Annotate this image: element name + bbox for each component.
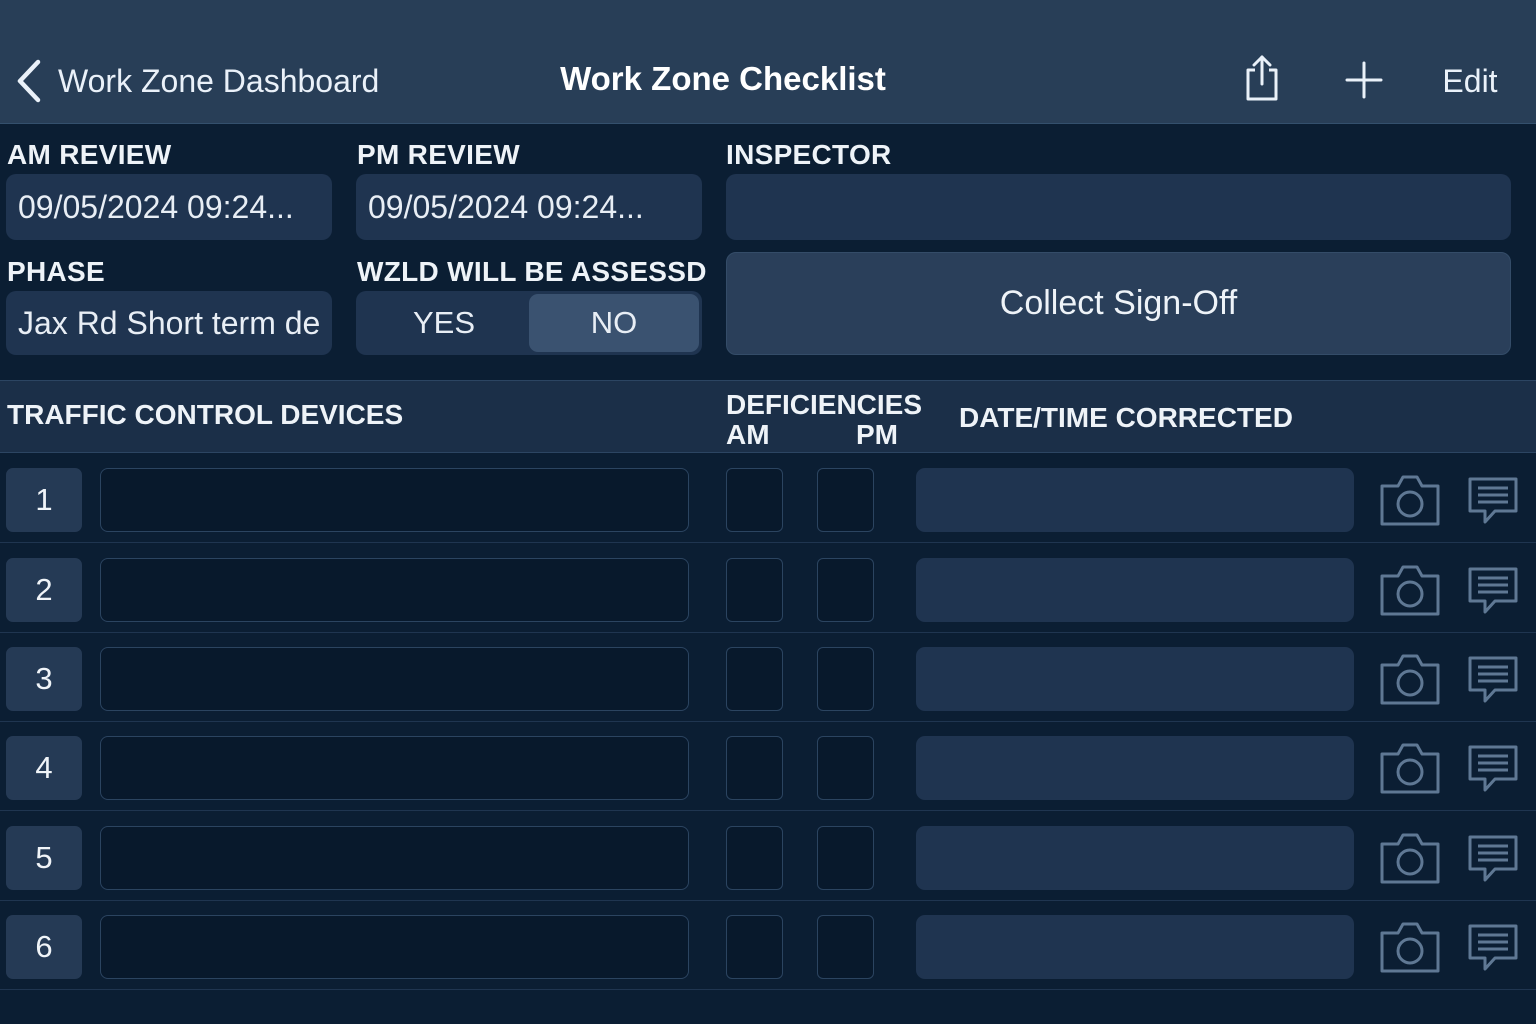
camera-button[interactable] [1374,468,1446,532]
date-time-corrected-field[interactable] [916,915,1354,979]
work-zone-checklist-screen: Work Zone Dashboard Work Zone Checklist … [0,0,1536,1024]
pm-deficiency-checkbox[interactable] [817,736,874,800]
row-number: 3 [6,647,82,711]
camera-icon [1380,475,1440,526]
navigation-bar: Work Zone Dashboard Work Zone Checklist … [0,0,1536,124]
comment-button[interactable] [1460,468,1526,532]
pm-column-header: PM [856,419,898,450]
device-input[interactable] [100,736,689,800]
comment-icon [1468,656,1518,703]
comment-button[interactable] [1460,826,1526,890]
device-input[interactable] [100,915,689,979]
camera-button[interactable] [1374,558,1446,622]
am-review-label: AM REVIEW [7,139,172,170]
am-column-header: AM [726,419,770,450]
am-deficiency-checkbox[interactable] [726,915,783,979]
am-deficiency-checkbox[interactable] [726,647,783,711]
am-deficiency-checkbox[interactable] [726,736,783,800]
comment-button[interactable] [1460,647,1526,711]
inspector-field[interactable] [726,174,1511,240]
edit-button[interactable]: Edit [1430,58,1510,104]
collect-sign-off-button[interactable]: Collect Sign-Off [726,252,1511,355]
comment-icon [1468,835,1518,882]
pm-review-field[interactable]: 09/05/2024 09:24... [356,174,702,240]
camera-icon [1380,833,1440,884]
am-review-field[interactable]: 09/05/2024 09:24... [6,174,332,240]
table-row: 5 [0,812,1536,901]
pm-deficiency-checkbox[interactable] [817,826,874,890]
comment-button[interactable] [1460,558,1526,622]
comment-icon [1468,477,1518,524]
camera-button[interactable] [1374,736,1446,800]
row-number: 6 [6,915,82,979]
table-row: 2 [0,544,1536,633]
device-input[interactable] [100,826,689,890]
comment-icon [1468,745,1518,792]
phase-field[interactable]: Jax Rd Short term de [6,291,332,355]
pm-deficiency-checkbox[interactable] [817,915,874,979]
row-number: 5 [6,826,82,890]
pm-deficiency-checkbox[interactable] [817,647,874,711]
camera-button[interactable] [1374,647,1446,711]
row-number: 2 [6,558,82,622]
plus-icon [1345,61,1383,99]
row-number: 4 [6,736,82,800]
table-row: 3 [0,633,1536,722]
camera-icon [1380,922,1440,973]
wzld-no-option[interactable]: NO [529,294,699,352]
phase-label: PHASE [7,256,105,287]
comment-button[interactable] [1460,736,1526,800]
date-time-corrected-field[interactable] [916,558,1354,622]
device-input[interactable] [100,647,689,711]
date-time-corrected-field[interactable] [916,736,1354,800]
comment-icon [1468,924,1518,971]
page-title: Work Zone Checklist [560,60,886,97]
camera-icon [1380,565,1440,616]
pm-deficiency-checkbox[interactable] [817,468,874,532]
share-button[interactable] [1236,50,1288,106]
date-time-corrected-field[interactable] [916,468,1354,532]
camera-button[interactable] [1374,915,1446,979]
deficiencies-column-header: DEFICIENCIES [726,389,923,420]
wzld-segmented-control: YES NO [356,291,702,355]
share-icon [1246,55,1278,101]
camera-icon [1380,743,1440,794]
camera-icon [1380,654,1440,705]
pm-deficiency-checkbox[interactable] [817,558,874,622]
row-number: 1 [6,468,82,532]
date-time-corrected-column-header: DATE/TIME CORRECTED [959,402,1293,433]
table-row: 1 [0,454,1536,543]
comment-button[interactable] [1460,915,1526,979]
date-time-corrected-field[interactable] [916,826,1354,890]
wzld-label: WZLD WILL BE ASSESSD [357,256,707,287]
inspector-label: INSPECTOR [726,139,892,170]
table-row: 4 [0,722,1536,811]
am-deficiency-checkbox[interactable] [726,826,783,890]
table-header: TRAFFIC CONTROL DEVICES DEFICIENCIES AM … [0,380,1536,453]
date-time-corrected-field[interactable] [916,647,1354,711]
pm-review-label: PM REVIEW [357,139,520,170]
am-deficiency-checkbox[interactable] [726,558,783,622]
camera-button[interactable] [1374,826,1446,890]
table-row: 6 [0,901,1536,990]
device-input[interactable] [100,558,689,622]
am-deficiency-checkbox[interactable] [726,468,783,532]
device-input[interactable] [100,468,689,532]
comment-icon [1468,567,1518,614]
devices-column-header: TRAFFIC CONTROL DEVICES [7,399,404,430]
add-button[interactable] [1338,54,1390,106]
wzld-yes-option[interactable]: YES [359,294,529,352]
